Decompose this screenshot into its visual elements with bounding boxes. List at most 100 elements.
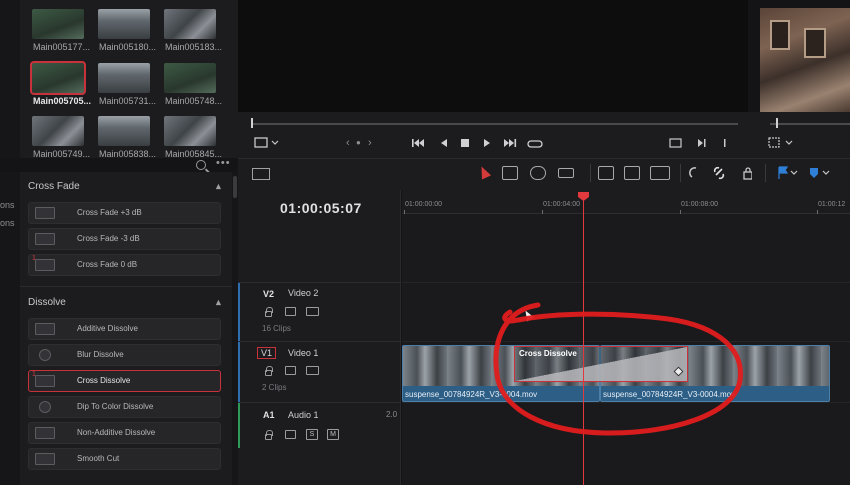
- collapse-chevron-icon[interactable]: ▼: [214, 298, 223, 308]
- program-scrub-head[interactable]: [776, 118, 778, 128]
- auto-track-select-icon[interactable]: [285, 430, 296, 439]
- clip-thumbnail[interactable]: [164, 9, 216, 39]
- loop-icon[interactable]: [527, 140, 543, 148]
- program-scrub-bar[interactable]: [770, 123, 850, 125]
- clip-name: suspense_00784924R_V3-0004.mov: [405, 390, 538, 399]
- match-frame-icon[interactable]: [669, 138, 682, 148]
- trim-mode-icon[interactable]: [502, 166, 518, 180]
- auto-track-select-icon[interactable]: [285, 307, 296, 316]
- next-edit-icon[interactable]: [698, 139, 706, 147]
- more-options-icon[interactable]: •••: [216, 157, 231, 169]
- media-pool-sidebar: [0, 0, 20, 158]
- viewer-scrub-head[interactable]: [251, 118, 253, 128]
- clip-label: Main005748...: [165, 96, 223, 106]
- playhead-line[interactable]: [583, 194, 584, 485]
- clip-thumbnail[interactable]: [98, 63, 150, 93]
- track-id-v1[interactable]: V1: [257, 347, 277, 359]
- replace-clip-icon[interactable]: [650, 166, 670, 180]
- search-icon[interactable]: [196, 160, 206, 170]
- ruler-tick: [680, 210, 681, 214]
- cross-dissolve-transition[interactable]: Cross Dissolve: [514, 346, 688, 382]
- video-track-accent: [238, 283, 240, 341]
- effect-cross-dissolve[interactable]: 1 Cross Dissolve: [28, 370, 221, 392]
- effect-label: Dip To Color Dissolve: [77, 402, 154, 411]
- linked-selection-icon[interactable]: [713, 166, 725, 180]
- program-layout-icon[interactable]: [768, 137, 798, 149]
- track-enable-icon[interactable]: [306, 307, 319, 316]
- blade-mode-icon[interactable]: [558, 168, 574, 178]
- timeline-timecode[interactable]: 01:00:05:07: [280, 200, 362, 216]
- section-title-dissolve: Dissolve: [28, 297, 66, 308]
- clip-thumbnail[interactable]: [164, 116, 216, 146]
- clip-label: Main005838...: [99, 149, 157, 159]
- cross-fade-icon: [35, 259, 55, 271]
- track-lock-icon[interactable]: [265, 430, 273, 440]
- mute-button[interactable]: M: [327, 429, 339, 440]
- position-lock-icon[interactable]: [743, 167, 752, 180]
- play-icon[interactable]: [484, 139, 490, 147]
- prev-clip-button[interactable]: ‹: [346, 136, 350, 150]
- track-id-v2[interactable]: V2: [263, 289, 274, 299]
- timeline-canvas[interactable]: [402, 190, 850, 485]
- flag-dropdown-icon[interactable]: [790, 170, 798, 175]
- snapping-icon[interactable]: [689, 167, 697, 178]
- marker-icon[interactable]: [810, 168, 818, 178]
- reverse-play-icon[interactable]: [441, 139, 447, 147]
- effect-blur-dissolve[interactable]: Blur Dissolve: [28, 344, 221, 366]
- track-lock-icon[interactable]: [265, 307, 273, 317]
- solo-button[interactable]: S: [306, 429, 318, 440]
- transport-controls: [412, 139, 543, 148]
- go-to-start-icon[interactable]: [412, 139, 424, 147]
- ruler-label: 01:00:12: [818, 201, 846, 208]
- insert-clip-icon[interactable]: [598, 166, 614, 180]
- flag-icon[interactable]: [778, 166, 789, 179]
- section-divider: [20, 286, 232, 287]
- effect-additive-dissolve[interactable]: Additive Dissolve: [28, 318, 221, 340]
- track-name[interactable]: Video 2: [288, 288, 318, 298]
- effect-cross-fade-minus3[interactable]: Cross Fade -3 dB: [28, 228, 221, 250]
- effect-cross-fade-0[interactable]: 1 Cross Fade 0 dB: [28, 254, 221, 276]
- go-to-end-icon[interactable]: [504, 139, 517, 147]
- clip-thumbnail[interactable]: [98, 116, 150, 146]
- stop-icon[interactable]: [461, 139, 469, 147]
- clip-label: Main005183...: [165, 42, 223, 52]
- timeline-view-options-icon[interactable]: [252, 168, 270, 180]
- track-enable-icon[interactable]: [306, 366, 319, 375]
- building-window: [804, 28, 826, 58]
- track-divider: [238, 282, 401, 283]
- marker-dropdown-icon[interactable]: [822, 170, 830, 175]
- effect-non-additive-dissolve[interactable]: Non-Additive Dissolve: [28, 422, 221, 444]
- viewer-scrub-bar[interactable]: [252, 123, 738, 125]
- viewer-layout-icon[interactable]: [254, 137, 280, 149]
- auto-track-select-icon[interactable]: [285, 366, 296, 375]
- clip-label: Main005731...: [99, 96, 157, 106]
- clip-thumbnail-selected[interactable]: [30, 61, 86, 95]
- effect-label: Smooth Cut: [77, 454, 120, 463]
- toolbar-divider: [765, 164, 766, 182]
- clip-thumbnail[interactable]: [164, 63, 216, 93]
- effect-smooth-cut[interactable]: Smooth Cut: [28, 448, 221, 470]
- clip-thumbnail[interactable]: [32, 9, 84, 39]
- dynamic-trim-icon[interactable]: [530, 166, 546, 180]
- effect-dip-to-color-dissolve[interactable]: Dip To Color Dissolve: [28, 396, 221, 418]
- track-name[interactable]: Video 1: [288, 348, 318, 358]
- track-name[interactable]: Audio 1: [288, 410, 319, 420]
- marker-icon[interactable]: [724, 139, 726, 147]
- video-track-accent: [238, 342, 240, 402]
- clip-label: Main005177...: [33, 42, 91, 52]
- track-clip-count: 2 Clips: [262, 383, 287, 392]
- effect-cross-fade-plus3[interactable]: Cross Fade +3 dB: [28, 202, 221, 224]
- flag-marker-tools: [778, 166, 830, 179]
- track-lock-icon[interactable]: [265, 366, 273, 376]
- clip-thumbnail[interactable]: [98, 9, 150, 39]
- clip-label: Main005180...: [99, 42, 157, 52]
- clip-thumbnail[interactable]: [32, 116, 84, 146]
- overwrite-clip-icon[interactable]: [624, 166, 640, 180]
- transition-label: Cross Dissolve: [519, 349, 577, 358]
- timeline-ruler[interactable]: [402, 190, 850, 214]
- track-id-a1[interactable]: A1: [263, 410, 275, 420]
- clip-name: suspense_00784924R_V3-0004.mov: [603, 390, 736, 399]
- collapse-chevron-icon[interactable]: ▼: [214, 182, 223, 192]
- next-clip-button[interactable]: ›: [368, 136, 372, 150]
- ruler-tick: [542, 210, 543, 214]
